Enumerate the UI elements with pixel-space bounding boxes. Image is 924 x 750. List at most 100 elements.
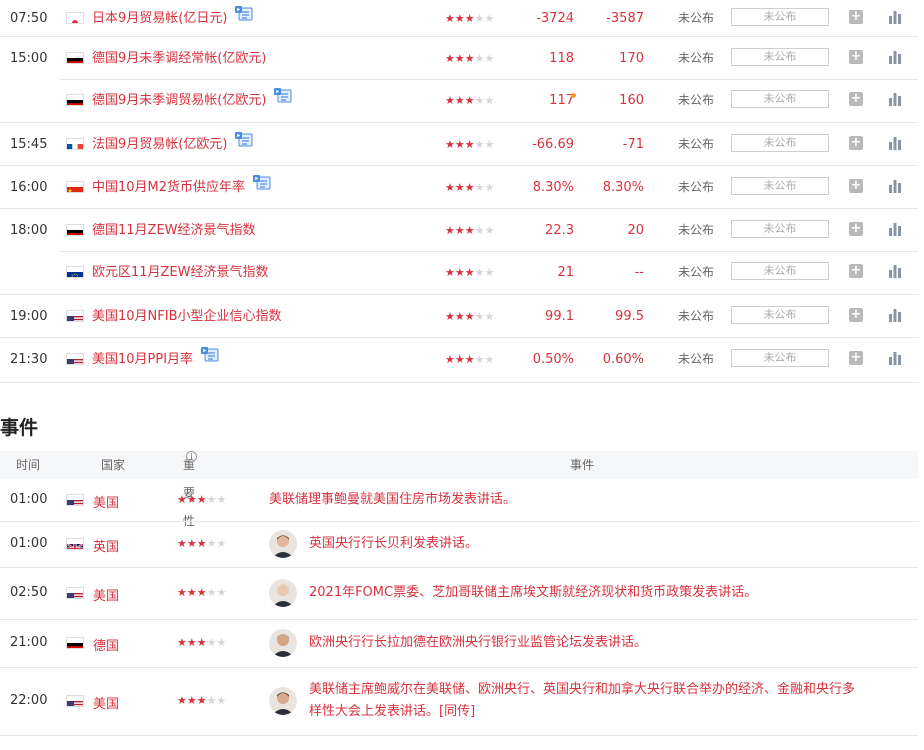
- add-alert-button[interactable]: +: [849, 50, 863, 64]
- actual-input[interactable]: 未公布: [731, 306, 829, 324]
- video-info-icon[interactable]: [201, 337, 219, 380]
- indicator-time: 18:00: [10, 223, 48, 238]
- event-time: 01:00: [10, 536, 48, 551]
- actual-value: 未公布: [678, 11, 715, 25]
- previous-value: -3724: [536, 11, 574, 26]
- event-description[interactable]: 英国央行行长贝利发表讲话。: [309, 533, 478, 555]
- flag-eu-icon: [66, 266, 84, 278]
- divider: [60, 251, 918, 252]
- bar-chart-icon[interactable]: [887, 9, 903, 25]
- actual-value: 未公布: [678, 180, 715, 194]
- bar-chart-icon[interactable]: [887, 263, 903, 279]
- actual-input[interactable]: 未公布: [731, 8, 829, 26]
- indicator-time: 15:45: [10, 137, 48, 152]
- previous-value: 118: [549, 51, 574, 66]
- event-row: 01:00 美国 ★★★★★ 美联储理事鲍曼就美国住房市场发表讲话。: [0, 479, 918, 522]
- actual-input[interactable]: 未公布: [731, 134, 829, 152]
- flag-fr-icon: [66, 138, 84, 150]
- indicator-row: 15:00 德国9月未季调经常帐(亿欧元) ★★★★★ 118 170 未公布 未公布 +: [0, 36, 918, 80]
- add-alert-button[interactable]: +: [849, 351, 863, 365]
- event-description[interactable]: 美联储理事鲍曼就美国住房市场发表讲话。: [269, 489, 516, 511]
- flag-de-icon: [66, 94, 84, 106]
- indicator-name[interactable]: 德国9月未季调贸易帐(亿欧元): [92, 79, 292, 122]
- flag-de-icon: [66, 637, 84, 649]
- event-description[interactable]: 欧洲央行行长拉加德在欧洲央行银行业监管论坛发表讲话。: [309, 632, 647, 654]
- divider: [60, 79, 918, 80]
- indicator-row: 德国9月未季调贸易帐(亿欧元) ★★★★★ 117 160 未公布 未公布 +: [0, 79, 918, 122]
- event-description[interactable]: 美联储主席鲍威尔在美联储、欧洲央行、英国央行和加拿大央行联合举办的经济、金融和央…: [309, 679, 909, 723]
- flag-us-icon: [66, 353, 84, 365]
- actual-value: 未公布: [678, 265, 715, 279]
- flag-us-icon: [66, 695, 84, 707]
- event-description[interactable]: 2021年FOMC票委、芝加哥联储主席埃文斯就经济现状和货币政策发表讲话。: [309, 582, 757, 604]
- event-country: 美国: [93, 589, 120, 604]
- actual-value: 未公布: [678, 309, 715, 323]
- forecast-value: 20: [627, 223, 644, 238]
- event-time: 02:50: [10, 585, 48, 600]
- events-section-title: 事件: [0, 417, 39, 439]
- actual-value: 未公布: [678, 51, 715, 65]
- actual-input[interactable]: 未公布: [731, 220, 829, 238]
- bar-chart-icon[interactable]: [887, 307, 903, 323]
- bar-chart-icon[interactable]: [887, 221, 903, 237]
- indicator-name[interactable]: 法国9月贸易帐(亿欧元): [92, 123, 253, 166]
- event-country: 德国: [93, 639, 120, 654]
- indicator-name[interactable]: 德国9月未季调经常帐(亿欧元): [92, 37, 266, 80]
- actual-input[interactable]: 未公布: [731, 177, 829, 195]
- event-country: 美国: [93, 496, 120, 511]
- bar-chart-icon[interactable]: [887, 91, 903, 107]
- forecast-value: 0.60%: [602, 352, 644, 367]
- add-alert-button[interactable]: +: [849, 264, 863, 278]
- previous-value: 117: [549, 93, 574, 108]
- forecast-value: 170: [619, 51, 644, 66]
- divider: [0, 382, 918, 383]
- bar-chart-icon[interactable]: [887, 350, 903, 366]
- add-alert-button[interactable]: +: [849, 10, 863, 24]
- bar-chart-icon[interactable]: [887, 178, 903, 194]
- add-alert-button[interactable]: +: [849, 92, 863, 106]
- bar-chart-icon[interactable]: [887, 135, 903, 151]
- forecast-value: -71: [622, 137, 644, 152]
- importance-stars: ★★★★★: [445, 353, 495, 366]
- actual-input[interactable]: 未公布: [731, 90, 829, 108]
- importance-stars: ★★★★★: [445, 310, 495, 323]
- speaker-avatar: [269, 629, 297, 657]
- indicator-name[interactable]: 德国11月ZEW经济景气指数: [92, 209, 256, 252]
- indicator-time: 21:30: [10, 352, 48, 367]
- event-time: 01:00: [10, 492, 48, 507]
- indicator-name[interactable]: 欧元区11月ZEW经济景气指数: [92, 251, 269, 294]
- forecast-value: 160: [619, 93, 644, 108]
- previous-value: 0.50%: [532, 352, 574, 367]
- event-country: 英国: [93, 540, 120, 555]
- revised-dot-icon: [571, 93, 576, 98]
- add-alert-button[interactable]: +: [849, 308, 863, 322]
- add-alert-button[interactable]: +: [849, 179, 863, 193]
- col-event: 事件: [570, 458, 595, 472]
- event-row: 22:00 美国 ★★★★★ 美联储主席鲍威尔在美联储、欧洲央行、英国央行和加拿大央行…: [0, 667, 918, 736]
- actual-input[interactable]: 未公布: [731, 48, 829, 66]
- col-time: 时间: [16, 458, 41, 472]
- add-alert-button[interactable]: +: [849, 222, 863, 236]
- speaker-avatar: [269, 579, 297, 607]
- video-info-icon[interactable]: [235, 122, 253, 165]
- actual-input[interactable]: 未公布: [731, 349, 829, 367]
- indicator-row: 07:50 日本9月贸易帐(亿日元) ★★★★★ -3724 -3587 未公布 未公布 +: [0, 0, 918, 40]
- actual-input[interactable]: 未公布: [731, 262, 829, 280]
- indicator-name[interactable]: 美国10月NFIB小型企业信心指数: [92, 295, 282, 338]
- bar-chart-icon[interactable]: [887, 49, 903, 65]
- indicator-row: 16:00 中国10月M2货币供应年率 ★★★★★ 8.30% 8.30% 未公布 未公布 +: [0, 165, 918, 209]
- importance-stars: ★★★★★: [177, 694, 227, 707]
- video-info-icon[interactable]: [235, 0, 253, 39]
- flag-de-icon: [66, 224, 84, 236]
- indicator-name[interactable]: 美国10月PPI月率: [92, 338, 219, 381]
- event-country: 美国: [93, 697, 120, 712]
- indicator-name[interactable]: 日本9月贸易帐(亿日元): [92, 0, 253, 40]
- indicator-name[interactable]: 中国10月M2货币供应年率: [92, 166, 271, 209]
- flag-gb-icon: [66, 538, 84, 550]
- video-info-icon[interactable]: [274, 78, 292, 121]
- info-circle-icon[interactable]: i: [186, 451, 197, 462]
- indicator-time: 19:00: [10, 309, 48, 324]
- events-table-header: 时间 国家 重要性 i 事件: [0, 451, 918, 528]
- add-alert-button[interactable]: +: [849, 136, 863, 150]
- video-info-icon[interactable]: [253, 165, 271, 208]
